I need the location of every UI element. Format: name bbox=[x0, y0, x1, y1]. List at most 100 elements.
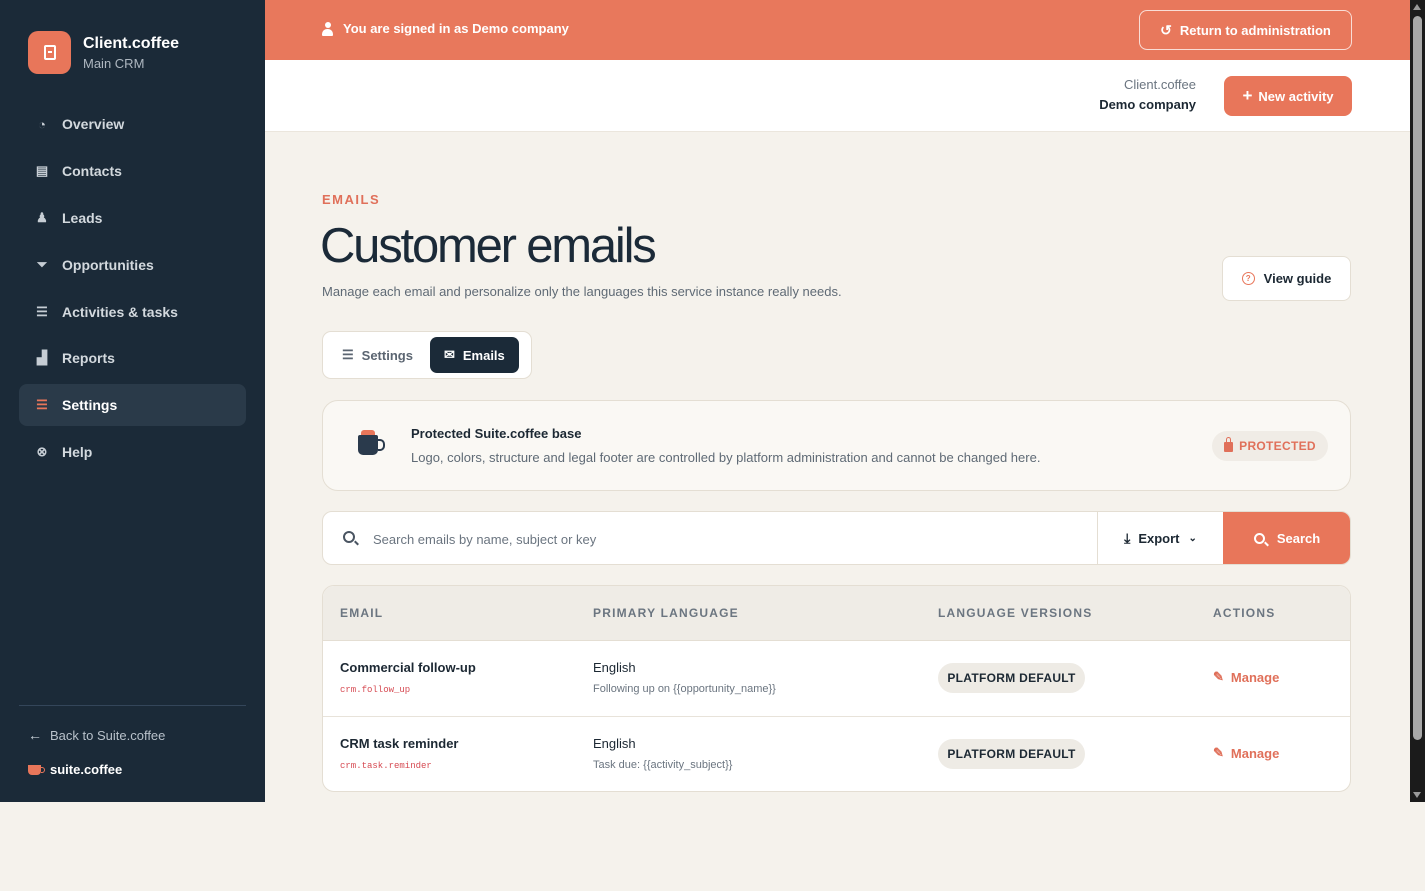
column-header-actions: ACTIONS bbox=[1213, 606, 1276, 620]
brand-name: Client.coffee bbox=[83, 34, 180, 52]
document-icon bbox=[43, 45, 56, 60]
column-header-primary-language: PRIMARY LANGUAGE bbox=[593, 606, 739, 620]
email-subject: Task due: {{activity_subject}} bbox=[593, 759, 733, 771]
manage-button[interactable]: ✎ Manage bbox=[1213, 745, 1279, 761]
impersonation-banner: You are signed in as Demo company ↺ Retu… bbox=[265, 0, 1410, 60]
scroll-down-arrow-icon[interactable] bbox=[1413, 792, 1421, 798]
search-icon bbox=[1253, 532, 1265, 544]
back-link-label: Back to Suite.coffee bbox=[50, 727, 166, 743]
search-button-label: Search bbox=[1276, 530, 1321, 546]
protected-base-card: Protected Suite.coffee base Logo, colors… bbox=[322, 400, 1351, 491]
pencil-icon: ✎ bbox=[1213, 745, 1224, 760]
funnel-icon: ⏷ bbox=[36, 256, 48, 272]
brand-logo bbox=[28, 31, 71, 74]
tab-bar: ☰ Settings ✉ Emails bbox=[322, 331, 532, 379]
tab-label: Emails bbox=[462, 347, 505, 363]
company-name: Demo company bbox=[1099, 97, 1196, 112]
tab-emails[interactable]: ✉ Emails bbox=[429, 337, 519, 373]
arrow-left-icon: ← bbox=[28, 727, 42, 743]
manage-label: Manage bbox=[1230, 745, 1280, 761]
contact-card-icon: ▤ bbox=[35, 162, 49, 178]
protected-badge: PROTECTED bbox=[1212, 431, 1328, 461]
email-key: crm.follow_up bbox=[340, 685, 411, 695]
pie-chart-icon: ◔ bbox=[38, 116, 46, 132]
search-button[interactable]: Search bbox=[1223, 512, 1350, 564]
sidebar-item-settings[interactable]: ☰ Settings bbox=[19, 384, 246, 427]
search-bar: ⤓ Export ⌄ Search bbox=[322, 511, 1351, 565]
protected-card-title: Protected Suite.coffee base bbox=[411, 426, 582, 441]
plus-icon: + bbox=[1242, 86, 1253, 105]
sidebar-item-label: Overview bbox=[62, 116, 125, 132]
back-to-suite-link[interactable]: ← Back to Suite.coffee bbox=[28, 727, 165, 743]
undo-icon: ↺ bbox=[1160, 21, 1172, 38]
sidebar-item-leads[interactable]: ♟ Leads bbox=[19, 197, 246, 239]
manage-button[interactable]: ✎ Manage bbox=[1213, 669, 1279, 685]
envelope-icon: ✉ bbox=[443, 347, 455, 362]
sidebar-item-label: Contacts bbox=[62, 162, 122, 179]
view-guide-label: View guide bbox=[1263, 271, 1332, 286]
scroll-up-arrow-icon[interactable] bbox=[1413, 4, 1421, 10]
table-row: CRM task reminder crm.task.reminder Engl… bbox=[323, 717, 1350, 791]
header-bar: Client.coffee Demo company + New activit… bbox=[265, 60, 1410, 132]
page-eyebrow: EMAILS bbox=[322, 192, 381, 207]
email-language: English bbox=[593, 736, 636, 751]
app-window: Client.coffee Main CRM ◔ Overview ▤ Cont… bbox=[0, 0, 1410, 802]
search-icon bbox=[343, 531, 355, 543]
user-plus-icon: ♟ bbox=[36, 209, 48, 225]
page-title: Customer emails bbox=[320, 219, 657, 273]
email-key: crm.task.reminder bbox=[340, 761, 432, 771]
table-row: Commercial follow-up crm.follow_up Engli… bbox=[323, 641, 1350, 717]
sidebar-item-label: Activities & tasks bbox=[62, 303, 178, 320]
sidebar-item-overview[interactable]: ◔ Overview bbox=[19, 103, 246, 145]
tab-label: Settings bbox=[361, 347, 413, 363]
sidebar-item-label: Leads bbox=[62, 209, 103, 226]
search-input[interactable] bbox=[373, 524, 1073, 554]
sliders-icon: ☰ bbox=[36, 397, 48, 413]
email-name: CRM task reminder bbox=[340, 736, 459, 751]
sidebar-nav: ◔ Overview ▤ Contacts ♟ Leads ⏷ Opportun… bbox=[19, 103, 246, 478]
empty-area-below bbox=[0, 802, 1425, 891]
manage-label: Manage bbox=[1230, 669, 1280, 685]
sidebar: Client.coffee Main CRM ◔ Overview ▤ Cont… bbox=[0, 0, 265, 802]
sidebar-item-contacts[interactable]: ▤ Contacts bbox=[19, 150, 246, 192]
coffee-mug-icon bbox=[358, 435, 385, 455]
banner-message: You are signed in as Demo company bbox=[321, 21, 569, 36]
email-language: English bbox=[593, 660, 636, 675]
lock-icon bbox=[1224, 437, 1234, 452]
scrollbar-thumb[interactable] bbox=[1413, 16, 1422, 740]
export-label: Export bbox=[1138, 530, 1180, 546]
company-app-name: Client.coffee bbox=[1123, 77, 1196, 92]
brand[interactable]: Client.coffee Main CRM bbox=[28, 31, 179, 74]
protected-card-description: Logo, colors, structure and legal footer… bbox=[411, 450, 1041, 465]
sidebar-item-reports[interactable]: ▟ Reports bbox=[19, 337, 246, 379]
emails-table: EMAIL PRIMARY LANGUAGE LANGUAGE VERSIONS… bbox=[322, 585, 1351, 792]
list-icon: ☰ bbox=[36, 303, 48, 319]
brand-subtitle: Main CRM bbox=[83, 55, 145, 71]
page-scrollbar[interactable] bbox=[1410, 0, 1425, 802]
sidebar-item-label: Help bbox=[62, 444, 93, 461]
sidebar-item-opportunities[interactable]: ⏷ Opportunities bbox=[19, 244, 246, 286]
lifebuoy-icon: ⊗ bbox=[36, 444, 48, 460]
view-guide-button[interactable]: ? View guide bbox=[1222, 256, 1351, 301]
bar-chart-icon: ▟ bbox=[37, 350, 47, 366]
chevron-down-icon: ⌄ bbox=[1188, 532, 1197, 544]
company-switcher[interactable]: Client.coffee Demo company bbox=[1099, 77, 1196, 112]
user-icon bbox=[321, 21, 334, 36]
return-to-administration-button[interactable]: ↺ Return to administration bbox=[1139, 10, 1352, 50]
banner-message-text: You are signed in as Demo company bbox=[343, 21, 569, 36]
sidebar-item-label: Opportunities bbox=[62, 256, 154, 273]
sidebar-item-activities[interactable]: ☰ Activities & tasks bbox=[19, 291, 246, 333]
new-activity-button[interactable]: + New activity bbox=[1224, 76, 1352, 116]
sidebar-divider bbox=[19, 705, 246, 706]
language-versions-badge: PLATFORM DEFAULT bbox=[938, 739, 1085, 769]
sidebar-item-label: Reports bbox=[62, 350, 115, 367]
suite-coffee-logo[interactable]: suite.coffee bbox=[28, 762, 122, 777]
coffee-cup-icon bbox=[28, 764, 45, 775]
email-subject: Following up on {{opportunity_name}} bbox=[593, 683, 776, 695]
tab-settings[interactable]: ☰ Settings bbox=[328, 337, 427, 373]
sidebar-item-help[interactable]: ⊗ Help bbox=[19, 431, 246, 473]
export-dropdown-button[interactable]: ⤓ Export ⌄ bbox=[1097, 512, 1223, 564]
table-header: EMAIL PRIMARY LANGUAGE LANGUAGE VERSIONS… bbox=[323, 586, 1350, 641]
column-header-language-versions: LANGUAGE VERSIONS bbox=[938, 606, 1093, 620]
pencil-icon: ✎ bbox=[1213, 669, 1224, 684]
